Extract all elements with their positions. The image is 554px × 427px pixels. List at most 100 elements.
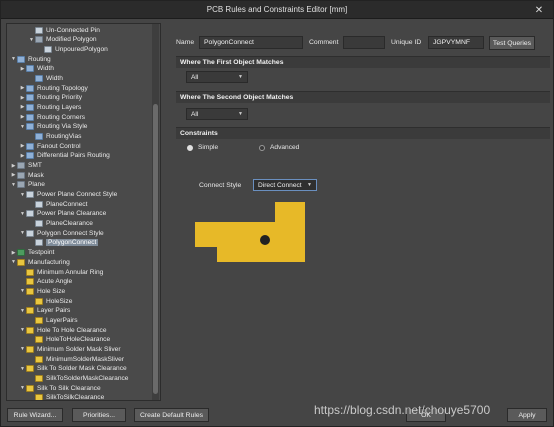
expand-arrow-icon[interactable]: ▼ [19, 327, 26, 333]
expand-arrow-icon[interactable]: ▼ [19, 346, 26, 352]
tree-item[interactable]: ▼ Minimum Solder Mask Sliver [19, 344, 121, 354]
connect-style-select[interactable]: Direct Connect ▼ [253, 179, 317, 191]
tree-item[interactable]: ▶ Width [19, 64, 54, 74]
tree-item[interactable]: ▶ Testpoint [10, 248, 54, 258]
tree-item[interactable]: ▼ Polygon Connect Style [19, 228, 104, 238]
tree-item[interactable]: ▼ Hole Size [19, 286, 65, 296]
test-queries-button[interactable]: Test Queries [489, 36, 535, 50]
simple-radio[interactable]: Simple [187, 144, 218, 151]
tree-item[interactable]: ▼ Power Plane Clearance [19, 209, 106, 219]
tree-item[interactable]: MinimumSolderMaskSliver [28, 354, 124, 364]
expand-arrow-icon[interactable]: ▶ [10, 250, 17, 256]
tree-item[interactable]: ▶ SMT [10, 161, 42, 171]
tree-item[interactable]: ▼ Silk To Silk Clearance [19, 383, 101, 393]
expand-arrow-icon[interactable]: ▼ [19, 308, 26, 314]
expand-arrow-icon[interactable]: ▶ [19, 153, 26, 159]
expand-arrow-icon[interactable]: ▼ [10, 259, 17, 265]
tree-item-label: Un-Connected Pin [46, 26, 100, 34]
expand-arrow-icon[interactable]: ▼ [28, 37, 35, 43]
tree-item[interactable]: ▼ Power Plane Connect Style [19, 190, 117, 200]
expand-arrow-icon[interactable]: ▶ [19, 85, 26, 91]
tree-item-label: Routing Priority [37, 94, 83, 102]
expand-arrow-icon[interactable]: ▶ [10, 172, 17, 178]
tree-item[interactable]: ▶ Routing Priority [19, 93, 82, 103]
tree-item[interactable]: ▼ Plane [10, 180, 45, 190]
tree-item[interactable]: ▶ Routing Topology [19, 83, 88, 93]
tree-item[interactable]: ▶ Routing Layers [19, 102, 81, 112]
tree-item-label: Power Plane Connect Style [37, 191, 118, 199]
tree-item[interactable]: ▼ Routing Via Style [19, 122, 87, 132]
rule-icon [26, 191, 34, 199]
tree-item[interactable]: UnpouredPolygon [37, 44, 108, 54]
routing-icon [26, 65, 34, 73]
advanced-radio[interactable]: Advanced [259, 144, 299, 151]
advanced-label: Advanced [270, 144, 300, 151]
comment-input[interactable] [343, 36, 385, 49]
expand-arrow-icon[interactable]: ▶ [19, 143, 26, 149]
expand-arrow-icon[interactable]: ▼ [19, 211, 26, 217]
routing-icon [35, 132, 43, 140]
unique-id-input[interactable]: JGPVYMNF [428, 36, 484, 49]
tree-item[interactable]: Width [28, 73, 63, 83]
tree-item[interactable]: ▶ Fanout Control [19, 141, 81, 151]
tree-item-label: Differential Pairs Routing [37, 152, 110, 160]
name-input[interactable]: PolygonConnect [199, 36, 303, 49]
tree-item[interactable]: HoleToHoleClearance [28, 335, 110, 345]
tree-item-label: PlaneClearance [46, 220, 93, 228]
priorities-button[interactable]: Priorities... [72, 408, 126, 422]
tree-item[interactable]: SilkToSilkClearance [28, 393, 105, 401]
tree-item[interactable]: PlaneClearance [28, 219, 93, 229]
tree-scrollbar[interactable] [152, 24, 159, 400]
expand-arrow-icon[interactable]: ▼ [10, 56, 17, 62]
scrollbar-thumb[interactable] [153, 104, 158, 394]
tree-item[interactable]: SilkToSolderMaskClearance [28, 373, 128, 383]
second-match-value: All [191, 110, 199, 118]
expand-arrow-icon[interactable]: ▼ [19, 385, 26, 391]
tree-item-label: Silk To Solder Mask Clearance [37, 365, 127, 373]
tree-item[interactable]: Minimum Annular Ring [19, 267, 103, 277]
expand-arrow-icon[interactable]: ▶ [19, 104, 26, 110]
tree-item[interactable]: ▶ Routing Corners [19, 112, 85, 122]
tree-item[interactable]: ▼ Silk To Solder Mask Clearance [19, 364, 127, 374]
expand-arrow-icon[interactable]: ▶ [10, 163, 17, 169]
close-icon[interactable]: ✕ [528, 3, 550, 17]
tree-item[interactable]: ▼ Hole To Hole Clearance [19, 325, 107, 335]
tree-item[interactable]: RoutingVias [28, 131, 81, 141]
rule-wizard-button[interactable]: Rule Wizard... [7, 408, 63, 422]
expand-arrow-icon[interactable]: ▼ [19, 230, 26, 236]
tree-item-label: RoutingVias [46, 132, 82, 140]
expand-arrow-icon[interactable]: ▶ [19, 95, 26, 101]
expand-arrow-icon[interactable]: ▼ [19, 192, 26, 198]
tree-item[interactable]: ▶ Mask [10, 170, 44, 180]
tree-item[interactable]: Un-Connected Pin [28, 25, 100, 35]
tree-item[interactable]: LayerPairs [28, 315, 78, 325]
tree-item[interactable]: ▼ Routing [10, 54, 51, 64]
expand-arrow-icon[interactable]: ▼ [10, 182, 17, 188]
expand-arrow-icon[interactable]: ▼ [19, 288, 26, 294]
expand-arrow-icon[interactable]: ▼ [19, 366, 26, 372]
tree-item-label: Minimum Solder Mask Sliver [37, 345, 121, 353]
tree-item[interactable]: ▼ Modified Polygon [28, 35, 97, 45]
tree-item-label: SilkToSilkClearance [46, 394, 105, 401]
expand-arrow-icon[interactable]: ▶ [19, 114, 26, 120]
apply-button[interactable]: Apply [507, 408, 547, 422]
create-default-rules-button[interactable]: Create Default Rules [134, 408, 209, 422]
first-match-header: Where The First Object Matches [176, 56, 550, 68]
manufacturing-icon [35, 316, 43, 324]
tree-item[interactable]: HoleSize [28, 296, 72, 306]
manufacturing-icon [35, 297, 43, 305]
rule-icon [26, 210, 34, 218]
second-match-select[interactable]: All ▼ [186, 108, 248, 120]
tree-item[interactable]: ▶ Differential Pairs Routing [19, 151, 110, 161]
tree-item[interactable]: PlaneConnect [28, 199, 87, 209]
folder-icon [17, 171, 25, 179]
tree-item[interactable]: ▼ Manufacturing [10, 257, 70, 267]
tree-item[interactable]: PolygonConnect [28, 238, 99, 248]
tree-item[interactable]: ▼ Layer Pairs [19, 306, 70, 316]
first-match-select[interactable]: All ▼ [186, 71, 248, 83]
tree-item-label: Fanout Control [37, 142, 81, 150]
expand-arrow-icon[interactable]: ▶ [19, 66, 26, 72]
routing-icon [35, 74, 43, 82]
expand-arrow-icon[interactable]: ▼ [19, 124, 26, 130]
tree-item[interactable]: Acute Angle [19, 277, 72, 287]
